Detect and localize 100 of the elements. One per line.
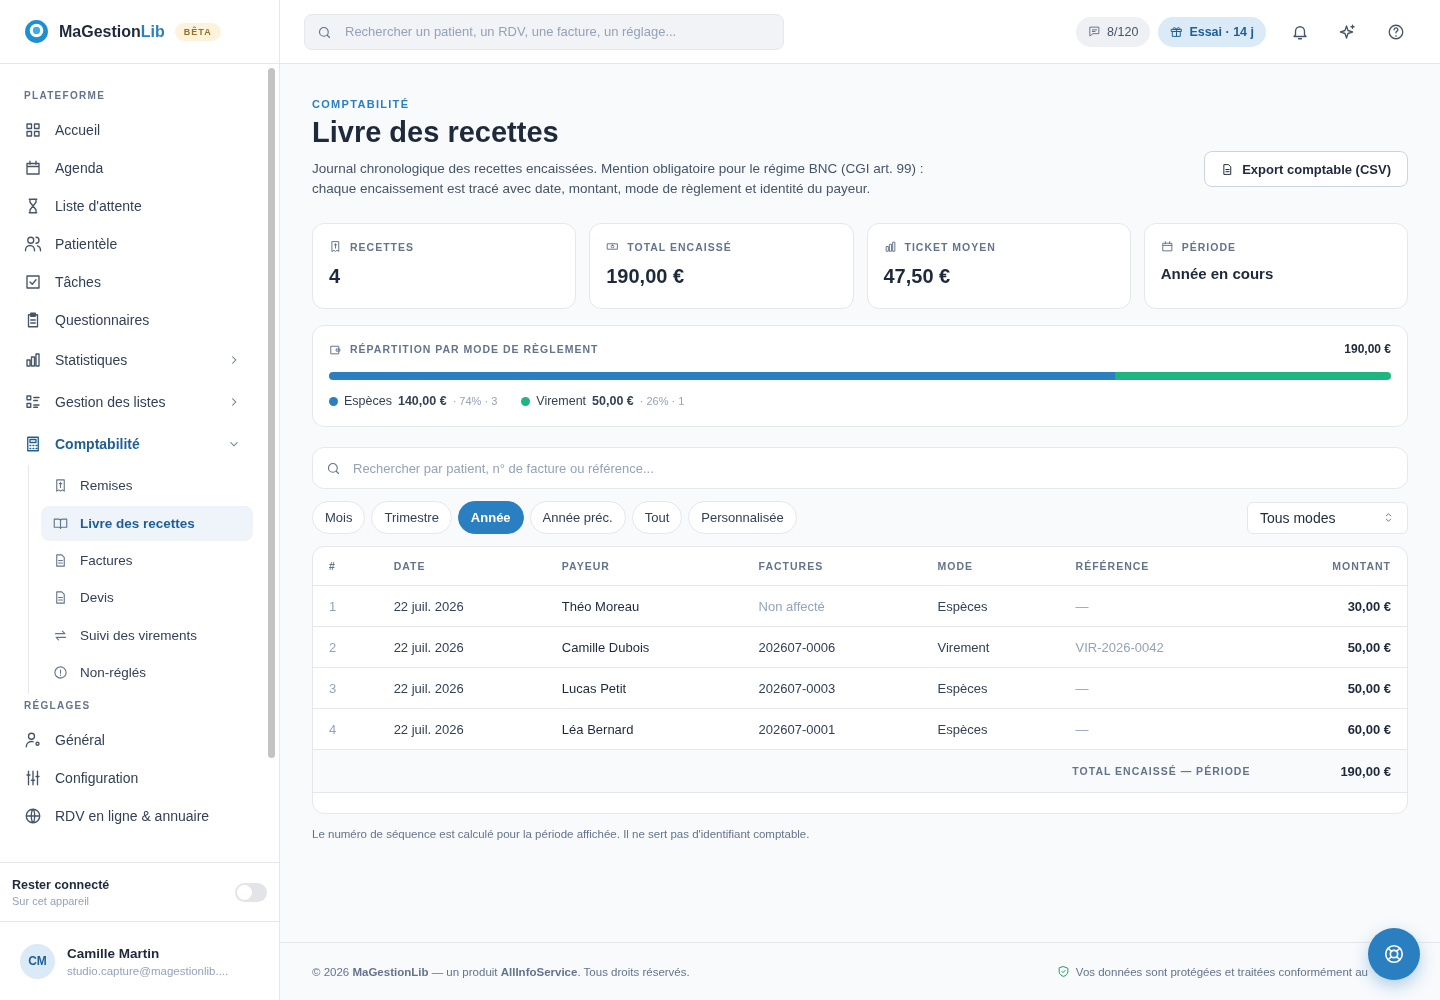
period-chip[interactable]: Tout: [631, 501, 683, 534]
trial-badge[interactable]: Essai · 14 j: [1158, 16, 1266, 47]
nav-subitem[interactable]: Livre des recettes: [41, 505, 253, 541]
period-chip[interactable]: Trimestre: [371, 501, 452, 534]
nav-subitem[interactable]: Suivi des virements: [41, 616, 253, 654]
shield-icon: [1056, 965, 1070, 978]
period-chip[interactable]: Année préc.: [529, 501, 626, 534]
table-cell: 22 juil. 2026: [377, 708, 546, 750]
stay-connected-hint: Sur cet appareil: [12, 894, 91, 907]
legend-label: Espèces: [344, 394, 392, 408]
column-header: RÉFÉRENCE: [1059, 547, 1258, 586]
table-cell: Espèces: [921, 585, 1060, 627]
table-cell: 202607-0003: [742, 667, 922, 709]
bar-chart-icon: [883, 240, 897, 253]
column-header: FACTURES: [742, 547, 922, 586]
calculator-icon: [24, 435, 42, 453]
period-chip[interactable]: Année: [457, 501, 524, 534]
message-icon: [1088, 25, 1102, 38]
table-cell: —: [1059, 708, 1258, 750]
table-cell: 202607-0001: [742, 708, 922, 750]
stat-label: TICKET MOYEN: [904, 240, 996, 253]
help-icon: [1387, 22, 1405, 41]
nav-item[interactable]: Liste d'attente: [12, 187, 253, 225]
nav-item[interactable]: Accueil: [12, 111, 253, 149]
copyright-text: © 2026 MaGestionLib — un produit AllInfoService. Tous droits réservés.: [312, 965, 690, 978]
support-button[interactable]: [1368, 928, 1420, 980]
document-icon: [53, 590, 68, 606]
sms-counter[interactable]: 8/120: [1076, 16, 1151, 47]
cash-icon: [606, 240, 620, 253]
mode-select[interactable]: Tous modes: [1247, 501, 1408, 534]
nav-item[interactable]: Tâches: [12, 263, 253, 301]
book-icon: [53, 515, 68, 531]
stat-label: RECETTES: [350, 240, 414, 253]
table-cell: Virement: [921, 626, 1060, 668]
stat-value: 47,50 €: [883, 265, 952, 288]
table-cell: —: [1059, 585, 1258, 627]
calendar-icon: [1160, 240, 1174, 253]
column-header: DATE: [377, 547, 546, 586]
scrollbar[interactable]: [268, 68, 275, 758]
sparkle-icon: [1339, 22, 1357, 41]
nav-item[interactable]: RDV en ligne & annuaire: [12, 796, 253, 835]
section-title: RÉGLAGES: [23, 698, 92, 713]
breakdown-total: 190,00 €: [1344, 342, 1391, 356]
stat-label: PÉRIODE: [1181, 240, 1236, 253]
table-cell: Camille Dubois: [545, 626, 743, 668]
nav-item[interactable]: Comptabilité: [12, 423, 253, 465]
table-cell: 30,00 €: [1257, 585, 1407, 627]
table-cell: 2: [313, 626, 378, 668]
legend-label: Virement: [536, 394, 587, 408]
document-icon: [53, 552, 68, 568]
total-label: TOTAL ENCAISSÉ — PÉRIODE: [1072, 765, 1251, 777]
nav-item[interactable]: Gestion des listes: [12, 381, 253, 423]
calendar-icon: [24, 159, 42, 177]
table-cell: Théo Moreau: [545, 585, 743, 627]
column-header: PAYEUR: [545, 547, 743, 586]
nav-item[interactable]: Général: [12, 720, 253, 759]
receipt-icon: [329, 240, 342, 253]
nav-item[interactable]: Statistiques: [12, 339, 253, 381]
period-chip[interactable]: Mois: [312, 501, 366, 534]
period-chip[interactable]: Personnalisée: [688, 501, 797, 534]
table-cell: 202607-0006: [742, 626, 922, 668]
table-cell: 50,00 €: [1257, 667, 1407, 709]
sliders-icon: [24, 768, 42, 787]
nav-subitem[interactable]: Devis: [41, 579, 253, 617]
legend-meta: · 74% · 3: [452, 395, 498, 407]
grid-icon: [24, 121, 42, 139]
table-cell: Lucas Petit: [545, 667, 743, 709]
page-title: Livre des recettes: [312, 116, 560, 149]
legend-amount: 50,00 €: [592, 394, 634, 408]
nav-item[interactable]: Configuration: [12, 758, 253, 797]
nav-item[interactable]: Agenda: [12, 149, 253, 187]
table-cell: Léa Bernard: [545, 708, 743, 750]
privacy-text: Vos données sont protégées et traitées conformément au: [1075, 965, 1368, 978]
nav-item[interactable]: Questionnaires: [12, 301, 253, 339]
avatar[interactable]: CM: [20, 943, 55, 979]
section-title: PLATEFORME: [23, 89, 107, 103]
stay-connected-label: Rester connecté: [12, 877, 111, 892]
table-cell: 22 juil. 2026: [377, 626, 546, 668]
breakdown-title: RÉPARTITION PAR MODE DE RÈGLEMENT: [350, 343, 599, 355]
toggle-switch[interactable]: [235, 882, 267, 902]
stat-label: TOTAL ENCAISSÉ: [627, 240, 732, 253]
lifebuoy-icon: [1383, 943, 1405, 965]
nav-subitem[interactable]: Remises: [41, 467, 253, 505]
logo-icon: [24, 19, 49, 44]
search-field[interactable]: Rechercher un patient, un RDV, une facture, un réglage...: [304, 13, 784, 50]
table-cell: Non affecté: [742, 585, 922, 627]
table-cell: —: [1059, 667, 1258, 709]
table-cell: 3: [313, 667, 378, 709]
bar-chart-icon: [24, 351, 42, 369]
page-eyebrow: COMPTABILITÉ: [312, 98, 411, 110]
nav-subitem[interactable]: Non-réglés: [41, 654, 253, 692]
export-button[interactable]: Export comptable (CSV): [1204, 151, 1408, 187]
beta-badge: BÊTA: [174, 22, 221, 41]
search-field[interactable]: Rechercher par patient, n° de facture ou référence...: [312, 447, 1408, 489]
table-cell: Espèces: [921, 708, 1060, 750]
globe-icon: [24, 806, 42, 825]
nav-subitem[interactable]: Factures: [41, 541, 253, 579]
stat-value: 190,00 €: [606, 265, 686, 288]
column-header: MONTANT: [1257, 547, 1407, 586]
nav-item[interactable]: Patientèle: [12, 225, 253, 263]
